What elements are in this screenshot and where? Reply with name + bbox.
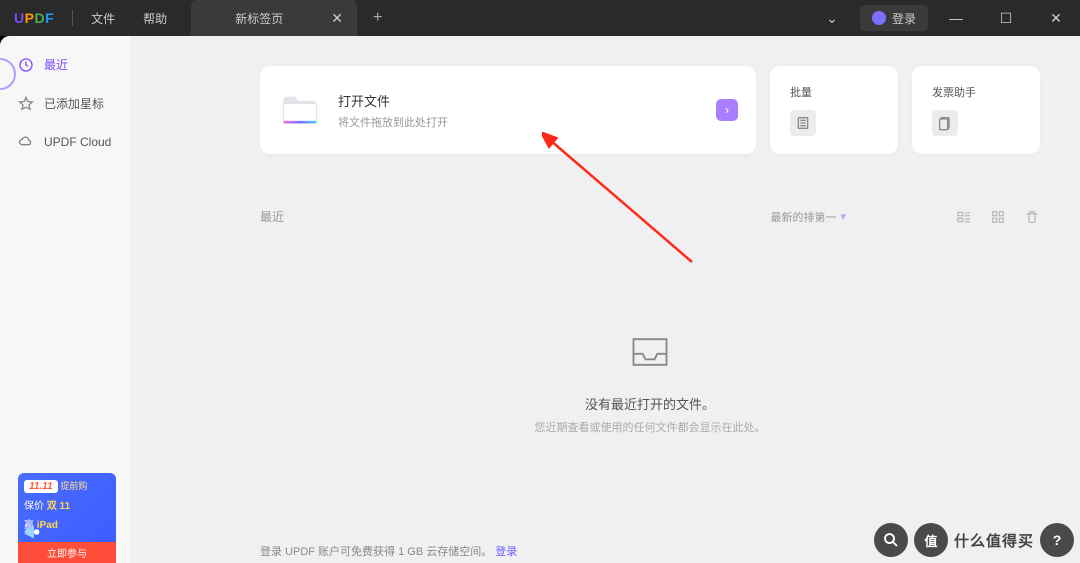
sidebar-item-cloud[interactable]: UPDF Cloud: [4, 124, 126, 160]
trash-icon[interactable]: [1024, 209, 1040, 225]
footer-message: 登录 UPDF 账户可免费获得 1 GB 云存储空间。 登录: [260, 543, 517, 559]
caret-down-icon: ▾: [840, 210, 846, 223]
promo-tag: 11.11: [24, 480, 58, 493]
sidebar-item-label: UPDF Cloud: [44, 135, 111, 149]
menu-file[interactable]: 文件: [77, 10, 129, 27]
titlebar: UPDF 文件 帮助 新标签页 ✕ + ⌄ 登录 — ☐ ✕: [0, 0, 1080, 36]
empty-title: 没有最近打开的文件。: [260, 394, 1040, 413]
promo-cta[interactable]: 立即参与: [18, 542, 116, 563]
menu-help[interactable]: 帮助: [129, 10, 181, 27]
login-label: 登录: [892, 10, 916, 27]
recent-label: 最近: [260, 208, 284, 225]
open-file-subtitle: 将文件拖放到此处打开: [338, 114, 448, 130]
folder-icon: [280, 93, 320, 127]
recent-bar: 最近 最新的排第一 ▾: [260, 208, 1040, 225]
view-list-icon[interactable]: [956, 209, 972, 225]
watermark-search-icon: [874, 523, 908, 557]
tab-new[interactable]: 新标签页 ✕: [191, 0, 357, 36]
sidebar-item-starred[interactable]: 已添加星标: [4, 85, 126, 122]
cloud-icon: [18, 134, 34, 150]
open-file-card[interactable]: 打开文件 将文件拖放到此处打开 ›: [260, 66, 756, 154]
sort-dropdown[interactable]: 最新的排第一 ▾: [770, 209, 846, 225]
footer-login-link[interactable]: 登录: [495, 546, 517, 558]
promo-banner[interactable]: 11.11 提前购 保价 双 11 赢 iPad 立即参与: [18, 473, 116, 563]
new-tab-button[interactable]: +: [357, 9, 398, 27]
watermark-help-icon: ?: [1040, 523, 1074, 557]
main-area: 打开文件 将文件拖放到此处打开 › 批量 发票助手: [130, 36, 1080, 563]
invoice-title: 发票助手: [932, 84, 1020, 100]
invoice-card[interactable]: 发票助手: [912, 66, 1040, 154]
clock-icon: [18, 57, 34, 73]
watermark: 值 什么值得买 ?: [874, 523, 1074, 557]
inbox-icon: [628, 335, 672, 369]
batch-icon: [790, 110, 816, 136]
cards-row: 打开文件 将文件拖放到此处打开 › 批量 发票助手: [260, 66, 1040, 154]
app-logo: UPDF: [0, 10, 68, 26]
batch-card[interactable]: 批量: [770, 66, 898, 154]
minimize-button[interactable]: —: [934, 0, 978, 36]
login-button[interactable]: 登录: [860, 5, 928, 31]
sidebar-item-label: 最近: [44, 56, 68, 73]
star-icon: [18, 96, 34, 112]
open-file-title: 打开文件: [338, 91, 448, 110]
close-button[interactable]: ✕: [1034, 0, 1078, 36]
workspace: 最近 已添加星标 UPDF Cloud 11.11 提前购 保价 双 11 赢 …: [0, 36, 1080, 563]
batch-title: 批量: [790, 84, 878, 100]
invoice-icon: [932, 110, 958, 136]
empty-subtitle: 您近期查看或使用的任何文件都会显示在此处。: [260, 419, 1040, 435]
sidebar-item-label: 已添加星标: [44, 95, 104, 112]
avatar-icon: [872, 11, 886, 25]
watermark-text: 什么值得买: [954, 530, 1034, 551]
view-grid-icon[interactable]: [990, 209, 1006, 225]
megaphone-icon: [22, 521, 44, 543]
open-arrow-button[interactable]: ›: [716, 99, 738, 121]
tab-title: 新标签页: [235, 10, 283, 27]
sidebar: 最近 已添加星标 UPDF Cloud 11.11 提前购 保价 双 11 赢 …: [0, 36, 130, 563]
close-icon[interactable]: ✕: [331, 10, 343, 27]
sidebar-item-recent[interactable]: 最近: [4, 46, 126, 83]
separator: [72, 10, 73, 26]
promo-tag-sub: 提前购: [60, 481, 87, 491]
chevron-down-icon[interactable]: ⌄: [810, 0, 854, 36]
watermark-badge: 值: [914, 523, 948, 557]
empty-state: 没有最近打开的文件。 您近期查看或使用的任何文件都会显示在此处。: [260, 335, 1040, 435]
maximize-button[interactable]: ☐: [984, 0, 1028, 36]
